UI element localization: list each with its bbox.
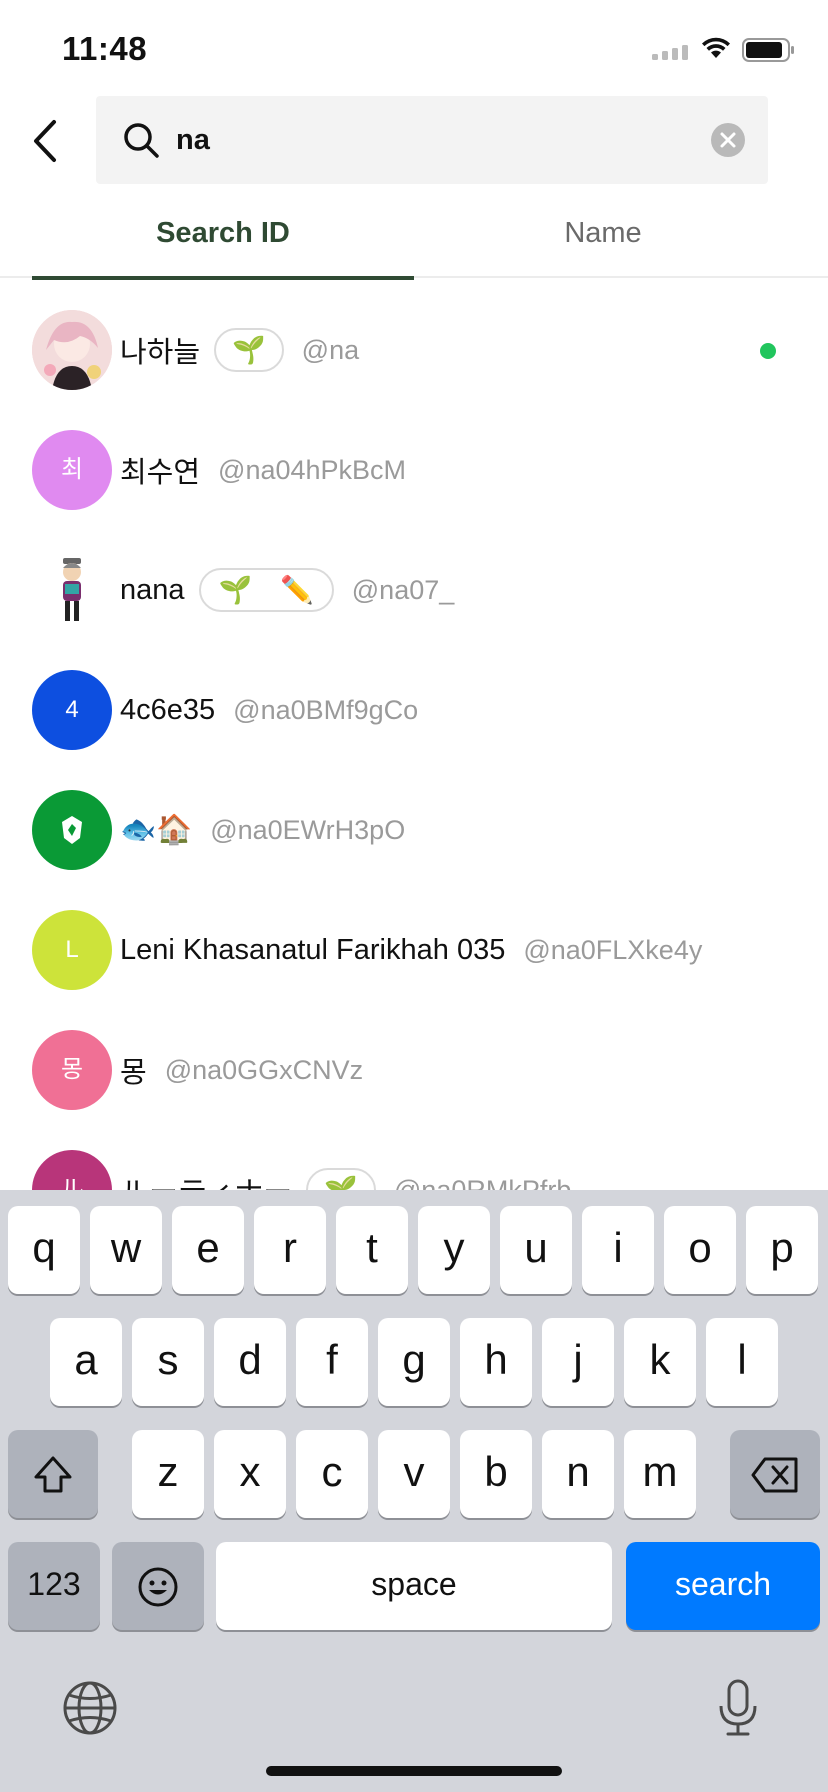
user-name: 나하늘 <box>120 337 201 369</box>
user-handle: @na04hPkBcM <box>218 454 407 485</box>
shift-key[interactable] <box>8 1430 98 1518</box>
avatar: 최 <box>32 430 112 510</box>
key-l[interactable]: l <box>706 1318 778 1406</box>
avatar: 4 <box>32 670 112 750</box>
key-c[interactable]: c <box>296 1430 368 1518</box>
tab-search-id[interactable]: Search ID <box>32 196 414 280</box>
key-d[interactable]: d <box>214 1318 286 1406</box>
list-item[interactable]: ル ルーティナー 🌱 @na0RMkPfrb <box>0 1130 828 1190</box>
sprout-icon: 🌱 <box>324 1175 358 1190</box>
search-bar[interactable] <box>96 96 768 184</box>
key-q[interactable]: q <box>8 1206 80 1294</box>
keyboard: q w e r t y u i o p a s d f g h j k l z … <box>0 1190 828 1792</box>
sprout-icon: 🌱 <box>232 335 266 365</box>
key-p[interactable]: p <box>746 1206 818 1294</box>
results-list: 나하늘 🌱 @na 최 최수연 @na04hPkBcM nana 🌱 ✏️ @n… <box>0 290 828 1190</box>
list-item[interactable]: 최 최수연 @na04hPkBcM <box>0 410 828 530</box>
status-bar: 11:48 <box>0 0 828 96</box>
list-item[interactable]: 4 4c6e35 @na0BMf9gCo <box>0 650 828 770</box>
close-icon <box>720 132 736 148</box>
profile-illustration-icon <box>32 310 112 390</box>
smiley-icon <box>138 1567 178 1607</box>
user-name: Leni Khasanatul Farikhah 035 <box>120 933 506 966</box>
key-a[interactable]: a <box>50 1318 122 1406</box>
key-e[interactable]: e <box>172 1206 244 1294</box>
key-y[interactable]: y <box>418 1206 490 1294</box>
shield-icon <box>62 816 82 844</box>
user-name: ルーティナー <box>120 1169 292 1190</box>
avatar <box>32 550 112 630</box>
badge-group: 🌱 ✏️ <box>198 568 334 612</box>
microphone-icon[interactable] <box>716 1678 760 1738</box>
status-time: 11:48 <box>62 30 148 67</box>
user-handle: @na0RMkPfrb <box>393 1174 572 1191</box>
key-t[interactable]: t <box>336 1206 408 1294</box>
user-name: 4c6e35 <box>120 693 216 726</box>
tab-name[interactable]: Name <box>412 196 794 278</box>
chevron-left-icon <box>34 120 56 162</box>
pencil-icon: ✏️ <box>280 575 314 605</box>
badge-group: 🌱 <box>306 1168 376 1190</box>
user-name: 최수연 <box>120 457 201 489</box>
user-handle: @na0EWrH3pO <box>210 814 406 845</box>
avatar: 몽 <box>32 1030 112 1110</box>
list-item[interactable]: nana 🌱 ✏️ @na07_ <box>0 530 828 650</box>
list-item[interactable]: 몽 몽 @na0GGxCNVz <box>0 1010 828 1130</box>
cellular-signal-icon <box>652 45 688 60</box>
avatar: L <box>32 910 112 990</box>
globe-icon[interactable] <box>62 1680 118 1736</box>
shift-arrow-icon <box>34 1456 72 1493</box>
home-indicator[interactable] <box>266 1766 562 1776</box>
badge-group: 🌱 <box>214 328 284 372</box>
back-button[interactable] <box>28 116 68 166</box>
clear-search-button[interactable] <box>711 123 745 157</box>
search-tabs: Search ID Name <box>0 196 828 280</box>
list-item[interactable]: 나하늘 🌱 @na <box>0 290 828 410</box>
user-name: 🐟🏠 <box>120 814 193 846</box>
battery-icon <box>742 38 794 62</box>
user-handle: @na <box>301 334 360 365</box>
list-item[interactable]: 🐟🏠 @na0EWrH3pO <box>0 770 828 890</box>
sprout-icon: 🌱 <box>218 575 253 605</box>
key-b[interactable]: b <box>460 1430 532 1518</box>
emoji-key[interactable] <box>112 1542 204 1630</box>
numbers-key[interactable]: 123 <box>8 1542 100 1630</box>
key-f[interactable]: f <box>296 1318 368 1406</box>
key-m[interactable]: m <box>624 1430 696 1518</box>
key-w[interactable]: w <box>90 1206 162 1294</box>
key-n[interactable]: n <box>542 1430 614 1518</box>
user-handle: @na07_ <box>351 574 455 605</box>
key-g[interactable]: g <box>378 1318 450 1406</box>
key-u[interactable]: u <box>500 1206 572 1294</box>
key-s[interactable]: s <box>132 1318 204 1406</box>
backspace-icon <box>751 1457 798 1493</box>
user-handle: @na0GGxCNVz <box>164 1054 364 1085</box>
avatar <box>32 310 112 390</box>
key-i[interactable]: i <box>582 1206 654 1294</box>
user-handle: @na0BMf9gCo <box>233 694 419 725</box>
key-x[interactable]: x <box>214 1430 286 1518</box>
space-key[interactable]: space <box>216 1542 612 1630</box>
user-handle: @na0FLXke4y <box>523 934 703 965</box>
wifi-icon <box>702 37 730 58</box>
key-j[interactable]: j <box>542 1318 614 1406</box>
key-v[interactable]: v <box>378 1430 450 1518</box>
search-icon <box>124 123 159 158</box>
avatar <box>32 790 112 870</box>
delete-key[interactable] <box>730 1430 820 1518</box>
key-o[interactable]: o <box>664 1206 736 1294</box>
avatar: ル <box>32 1150 112 1190</box>
key-r[interactable]: r <box>254 1206 326 1294</box>
key-h[interactable]: h <box>460 1318 532 1406</box>
online-status-dot <box>760 343 776 359</box>
search-input[interactable] <box>176 116 676 164</box>
search-key[interactable]: search <box>626 1542 820 1630</box>
user-name: nana <box>120 573 185 606</box>
user-name: 몽 <box>120 1057 147 1089</box>
key-z[interactable]: z <box>132 1430 204 1518</box>
list-item[interactable]: L Leni Khasanatul Farikhah 035 @na0FLXke… <box>0 890 828 1010</box>
character-illustration-icon <box>63 558 81 621</box>
key-k[interactable]: k <box>624 1318 696 1406</box>
